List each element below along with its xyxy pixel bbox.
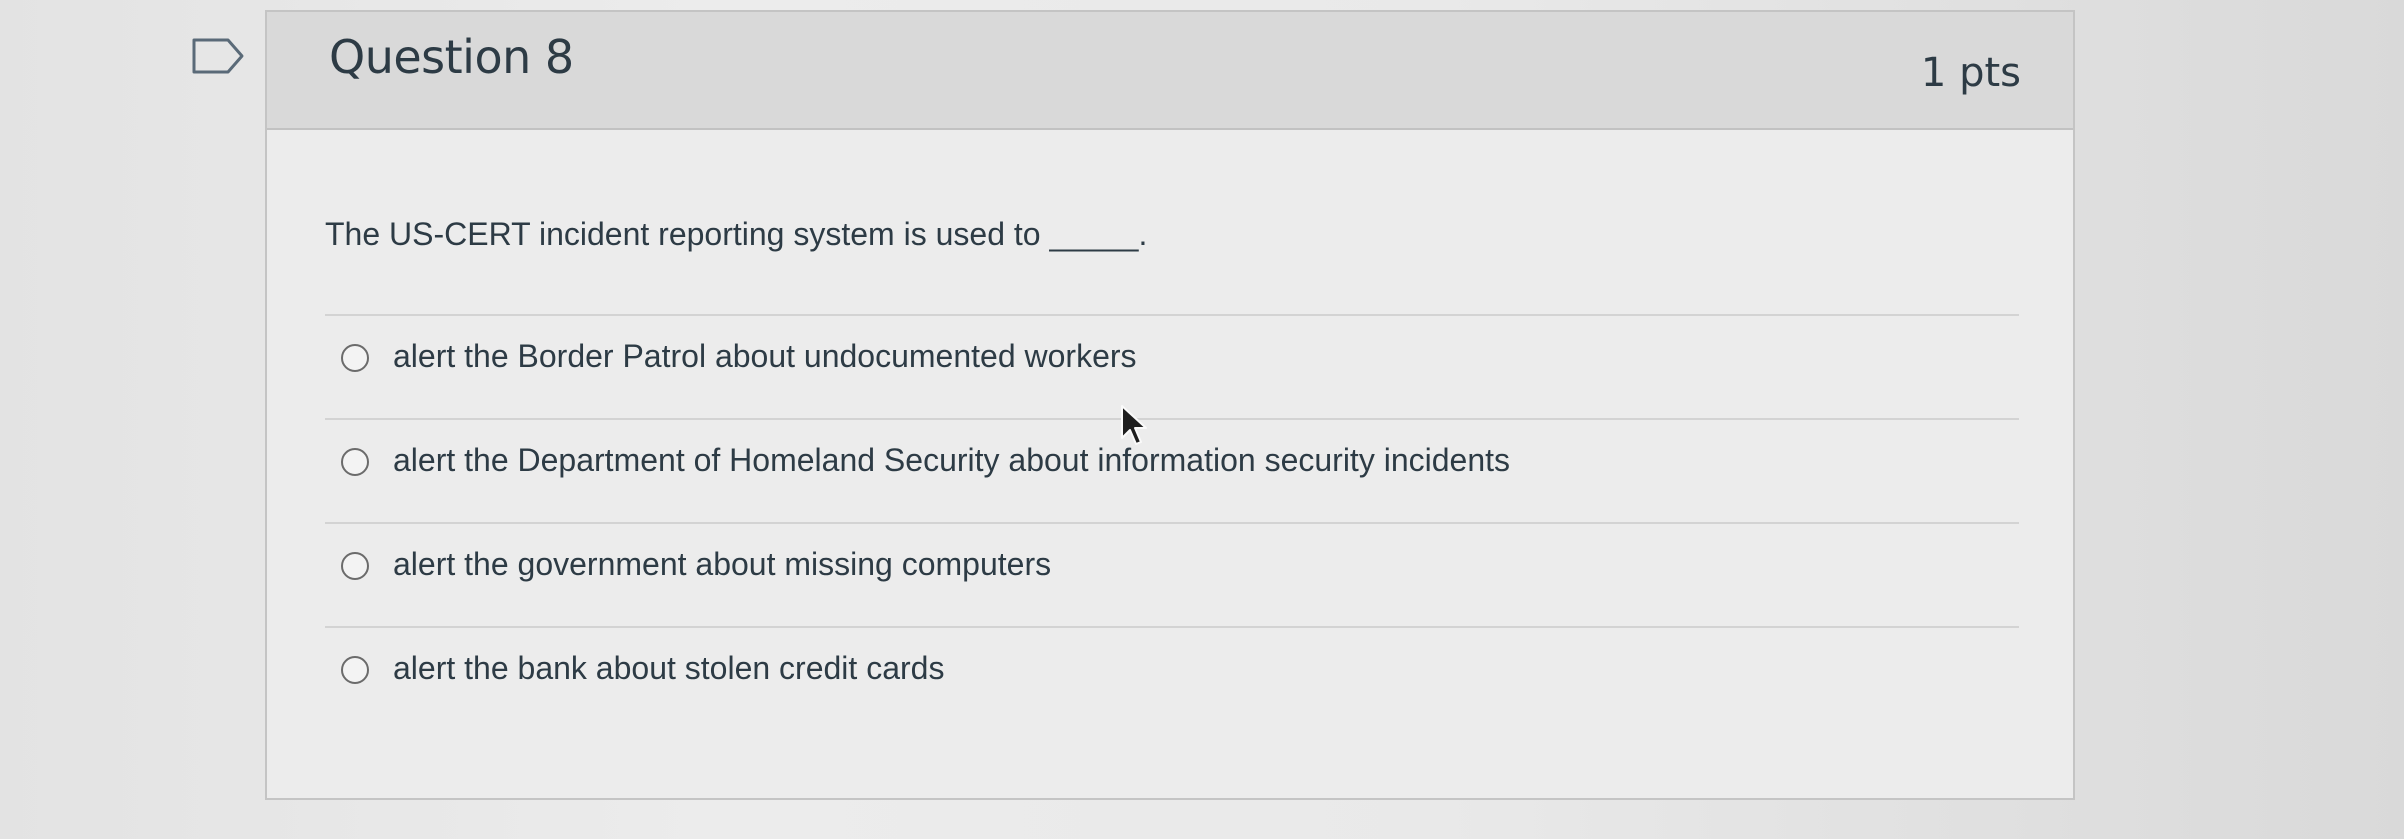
answer-label[interactable]: alert the Department of Homeland Securit… (393, 442, 1510, 479)
answer-option[interactable]: alert the Department of Homeland Securit… (325, 418, 2019, 522)
question-title: Question 8 (329, 30, 574, 84)
answer-option[interactable]: alert the bank about stolen credit cards (325, 626, 2019, 730)
question-text: The US-CERT incident reporting system is… (325, 216, 1148, 252)
radio-unchecked-icon[interactable] (341, 448, 369, 476)
question-points: 1 pts (1920, 50, 2021, 96)
question-card: Question 8 1 pts The US-CERT incident re… (265, 10, 2075, 800)
mouse-pointer-icon (1121, 405, 1147, 445)
answer-list: alert the Border Patrol about undocument… (325, 314, 2019, 730)
question-header: Question 8 1 pts (267, 12, 2073, 130)
radio-unchecked-icon[interactable] (341, 656, 369, 684)
answer-option[interactable]: alert the Border Patrol about undocument… (325, 314, 2019, 418)
answer-label[interactable]: alert the Border Patrol about undocument… (393, 338, 1137, 375)
answer-label[interactable]: alert the bank about stolen credit cards (393, 650, 944, 687)
answer-label[interactable]: alert the government about missing compu… (393, 546, 1051, 583)
radio-unchecked-icon[interactable] (341, 552, 369, 580)
answer-option[interactable]: alert the government about missing compu… (325, 522, 2019, 626)
flag-question-icon[interactable] (192, 38, 244, 74)
radio-unchecked-icon[interactable] (341, 344, 369, 372)
